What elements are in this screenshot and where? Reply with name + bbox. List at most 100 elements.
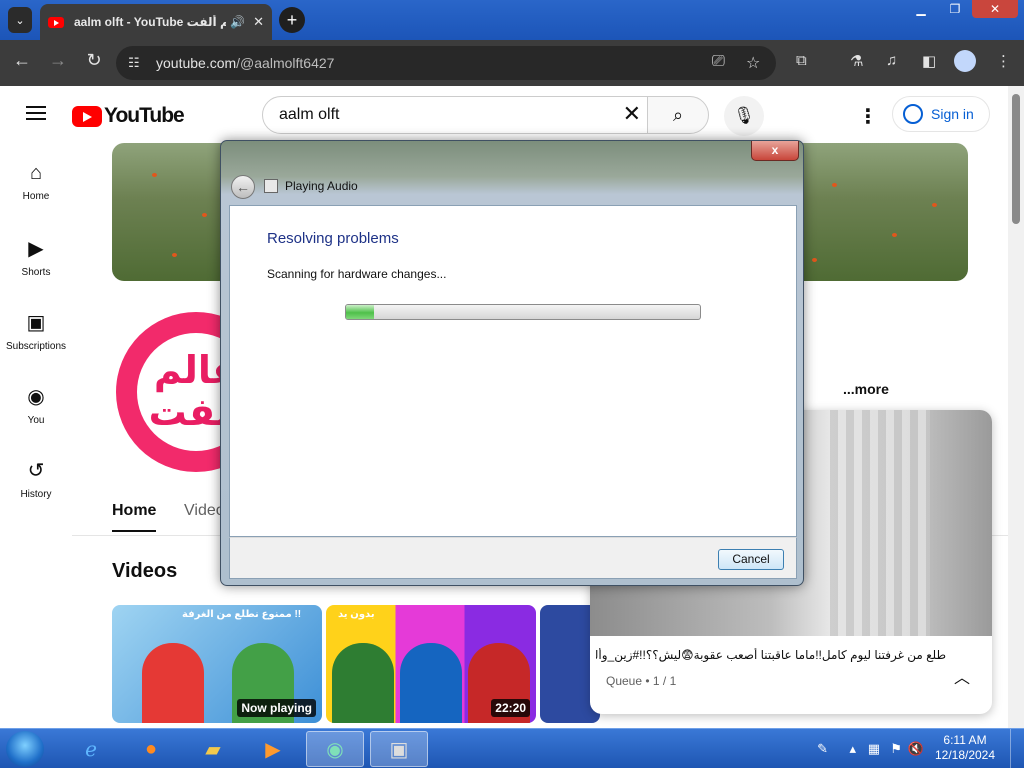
- media-control-icon[interactable]: ♫: [886, 52, 897, 69]
- internet-explorer-icon[interactable]: ℯ: [62, 731, 120, 767]
- speaker-icon[interactable]: 🔊: [230, 15, 245, 29]
- subscriptions-icon: ▣: [26, 312, 46, 334]
- back-arrow-icon[interactable]: ←: [231, 175, 255, 199]
- progress-bar: [345, 304, 701, 320]
- clock-time: 6:11 AM: [943, 733, 987, 747]
- install-app-icon[interactable]: ⎚: [712, 53, 725, 71]
- page-scrollbar[interactable]: [1008, 86, 1024, 728]
- miniplayer-title[interactable]: طلع من غرفتنا ليوم كامل!!ماما عاقبتنا أص…: [596, 648, 946, 662]
- sidebar-label: Subscriptions: [5, 341, 67, 352]
- show-hidden-icons-icon[interactable]: ▴: [849, 741, 856, 757]
- dialog-status-text: Scanning for hardware changes...: [267, 267, 447, 281]
- firefox-icon[interactable]: ●: [122, 731, 180, 767]
- thumbnail-caption: بدون يد: [338, 609, 375, 620]
- dialog-footer: Cancel: [229, 537, 797, 579]
- chevron-up-icon[interactable]: ︿: [954, 664, 970, 688]
- extensions-icon[interactable]: ⧉: [796, 52, 807, 69]
- dialog-heading: Resolving problems: [267, 230, 399, 247]
- pen-input-icon[interactable]: ✎: [817, 741, 828, 757]
- scrollbar-thumb[interactable]: [1012, 94, 1020, 224]
- video-thumbnail[interactable]: بدون يد 22:20: [326, 605, 536, 723]
- chrome-taskbar-icon[interactable]: ◉: [306, 731, 364, 767]
- account-circle-icon: [903, 104, 923, 124]
- sidebar-label: Shorts: [21, 267, 51, 278]
- browser-titlebar: ⌄ aalm olft - YouTube عالم ألفت 🔊 ✕ + ▁ …: [0, 0, 1024, 40]
- action-center-flag-icon[interactable]: ⚑: [890, 741, 902, 757]
- channel-description-more-link[interactable]: ...more: [843, 381, 889, 397]
- new-tab-button[interactable]: +: [279, 7, 305, 33]
- tab-search-button[interactable]: ⌄: [8, 7, 32, 33]
- home-icon: ⌂: [29, 162, 43, 184]
- profile-avatar-icon[interactable]: [954, 50, 976, 72]
- site-info-icon[interactable]: ☷: [128, 55, 146, 71]
- address-bar[interactable]: ☷ youtube.com/@aalmolft6427 ⎚ ☆: [116, 46, 776, 80]
- windows-taskbar: ℯ ● ▰ ▶ ◉ ▣ ✎ ▴ ▦ ⚑ 🔇 6:11 AM 12/18/2024: [0, 728, 1024, 768]
- sidebar-item-you[interactable]: ◉ You: [0, 384, 72, 426]
- sidebar-item-home[interactable]: ⌂ Home: [0, 162, 72, 202]
- browser-tab[interactable]: aalm olft - YouTube عالم ألفت 🔊 ✕: [40, 4, 272, 40]
- browser-menu-icon[interactable]: ⋮: [996, 52, 1011, 70]
- reload-icon[interactable]: ↻: [81, 50, 107, 71]
- voice-search-mic-icon[interactable]: 🎙: [724, 96, 764, 136]
- address-url[interactable]: youtube.com/@aalmolft6427: [156, 55, 334, 71]
- menu-hamburger-icon[interactable]: [26, 106, 46, 120]
- progress-fill: [346, 305, 375, 319]
- dialog-window-title: Playing Audio: [285, 179, 358, 193]
- youtube-play-icon: [72, 105, 102, 127]
- miniplayer-queue: Queue • 1 / 1: [606, 674, 677, 688]
- sidebar-item-shorts[interactable]: ▶ Shorts: [0, 236, 72, 278]
- clock-date: 12/18/2024: [934, 748, 996, 762]
- youtube-favicon-icon: [48, 16, 64, 28]
- videos-section-title: Videos: [112, 560, 178, 582]
- tab-title: aalm olft - YouTube عالم ألفت: [74, 15, 227, 29]
- sign-in-button[interactable]: Sign in: [892, 96, 990, 132]
- troubleshooter-dialog: x ← Playing Audio Resolving problems Sca…: [220, 140, 804, 586]
- back-arrow-icon[interactable]: ←: [9, 50, 35, 71]
- forward-arrow-icon[interactable]: →: [45, 50, 71, 71]
- sidebar-label: You: [27, 415, 45, 426]
- thumbnail-caption: ممنوع نطلع من الغرفة !!: [182, 609, 302, 620]
- channel-tabs: Home Video: [112, 502, 225, 532]
- window-close-button[interactable]: ✕: [972, 0, 1018, 18]
- logo-text: YouTube: [104, 104, 185, 127]
- troubleshooter-app-icon: [264, 179, 278, 193]
- show-desktop-button[interactable]: [1010, 729, 1024, 768]
- url-host: youtube.com: [156, 55, 237, 71]
- youtube-logo[interactable]: YouTube: [72, 104, 185, 128]
- url-path: /@aalmolft6427: [236, 55, 335, 71]
- taskbar-clock[interactable]: 6:11 AM 12/18/2024: [930, 733, 1000, 763]
- restore-button[interactable]: ❐: [938, 0, 972, 18]
- dialog-content: Resolving problems Scanning for hardware…: [229, 205, 797, 537]
- search-button[interactable]: ⌕: [647, 96, 709, 134]
- file-explorer-icon[interactable]: ▰: [184, 731, 242, 767]
- network-icon[interactable]: ▦: [868, 741, 880, 757]
- search-input[interactable]: aalm olft ✕: [262, 96, 648, 134]
- tab-close-icon[interactable]: ✕: [253, 14, 264, 30]
- tab-videos[interactable]: Video: [184, 502, 225, 520]
- cancel-button[interactable]: Cancel: [718, 549, 784, 570]
- search-value: aalm olft: [279, 106, 340, 123]
- clear-search-icon[interactable]: ✕: [623, 103, 641, 125]
- sidebar-item-history[interactable]: ↺ History: [0, 458, 72, 500]
- window-controls: ▁ ❐ ✕: [904, 0, 1018, 18]
- start-button[interactable]: [6, 731, 44, 767]
- bookmark-star-icon[interactable]: ☆: [746, 53, 760, 73]
- labs-flask-icon[interactable]: ⚗: [850, 52, 863, 70]
- shorts-icon: ▶: [28, 238, 44, 260]
- you-icon: ◉: [27, 386, 45, 408]
- sidebar-label: Home: [22, 191, 50, 202]
- volume-muted-icon[interactable]: 🔇: [908, 741, 924, 757]
- media-player-icon[interactable]: ▶: [244, 731, 302, 767]
- settings-more-icon[interactable]: ⋮: [858, 104, 878, 129]
- sign-in-label: Sign in: [931, 106, 974, 122]
- side-panel-icon[interactable]: ◧: [922, 52, 936, 70]
- troubleshooter-taskbar-icon[interactable]: ▣: [370, 731, 428, 767]
- minimize-button[interactable]: ▁: [904, 0, 938, 18]
- tab-home[interactable]: Home: [112, 502, 157, 532]
- search-icon: ⌕: [672, 105, 684, 125]
- dialog-close-button[interactable]: x: [751, 141, 799, 161]
- video-thumbnail[interactable]: ممنوع نطلع من الغرفة !! Now playing: [112, 605, 322, 723]
- browser-toolbar: ← → ↻ ☷ youtube.com/@aalmolft6427 ⎚ ☆ ⧉ …: [0, 40, 1024, 86]
- sidebar-label: History: [20, 489, 52, 500]
- sidebar-item-subscriptions[interactable]: ▣ Subscriptions: [0, 310, 72, 352]
